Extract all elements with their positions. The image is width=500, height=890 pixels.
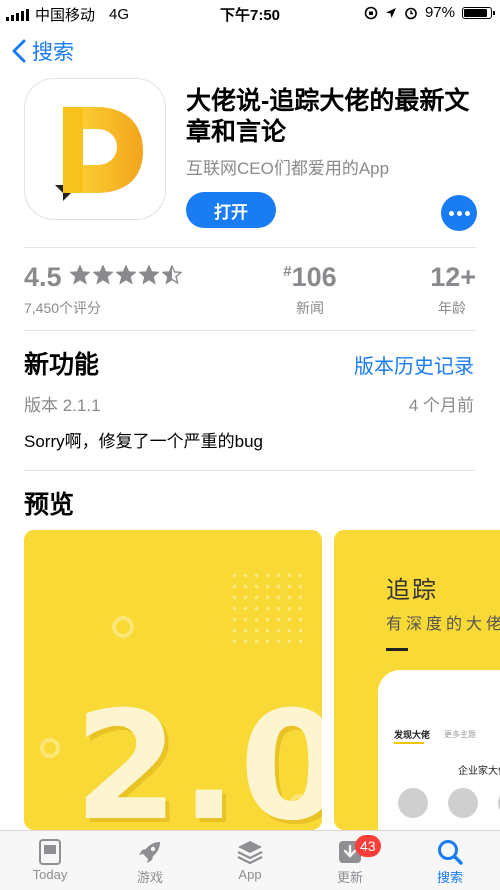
more-options-button[interactable] bbox=[441, 195, 477, 231]
mock-section-title: 企业家大佬 bbox=[458, 766, 500, 777]
decor-ring bbox=[40, 738, 60, 758]
tab-games[interactable]: 游戏 bbox=[115, 837, 185, 886]
tab-updates[interactable]: 更新 43 bbox=[315, 835, 385, 886]
chevron-left-icon bbox=[12, 39, 26, 63]
tab-today[interactable]: Today bbox=[15, 837, 85, 882]
rocket-icon bbox=[139, 842, 160, 863]
version-history-link[interactable]: 版本历史记录 bbox=[354, 350, 474, 379]
mock-tab: 更多主题 bbox=[444, 730, 476, 739]
star-icon bbox=[70, 265, 90, 285]
star-icon bbox=[162, 265, 182, 285]
layers-icon bbox=[237, 841, 263, 865]
chart-rank-label: 新闻 bbox=[296, 300, 324, 316]
mock-tab-indicator bbox=[394, 742, 424, 744]
version-graphic: 2.0 bbox=[74, 680, 322, 830]
heading-underline bbox=[386, 648, 408, 651]
tab-search[interactable]: 搜索 bbox=[415, 837, 485, 886]
back-label: 搜索 bbox=[32, 41, 74, 64]
avatar bbox=[448, 788, 478, 818]
preview-screenshot-2[interactable]: 追踪 有深度的大佬 发现大佬 更多主题 企业家大佬 bbox=[334, 530, 500, 830]
avatar bbox=[398, 788, 428, 818]
chart-rank: #106 bbox=[283, 262, 337, 292]
release-notes: Sorry啊，修复了一个严重的bug bbox=[24, 432, 263, 451]
rating-score: 4.5 bbox=[24, 262, 62, 292]
tab-apps[interactable]: App bbox=[215, 837, 285, 882]
app-icon bbox=[24, 78, 166, 220]
divider bbox=[24, 247, 476, 248]
rotation-lock-icon bbox=[364, 6, 378, 19]
back-button[interactable]: 搜索 bbox=[12, 36, 74, 66]
release-time-ago: 4 个月前 bbox=[408, 396, 474, 415]
divider bbox=[24, 470, 476, 471]
preview-screenshot-1[interactable]: 2.0 bbox=[24, 530, 322, 830]
age-rating: 12+ bbox=[430, 262, 476, 292]
preview-title: 预览 bbox=[24, 491, 75, 519]
age-rating-label: 年龄 bbox=[438, 300, 466, 316]
phone-mockup: 发现大佬 更多主题 企业家大佬 bbox=[378, 670, 500, 830]
app-subtitle: 互联网CEO们都爱用的App bbox=[186, 159, 390, 178]
decor-ring bbox=[112, 616, 134, 638]
ellipsis-icon bbox=[448, 210, 454, 216]
location-icon bbox=[385, 7, 396, 18]
alarm-icon bbox=[405, 7, 417, 19]
screenshot-subheading: 有深度的大佬 bbox=[386, 616, 500, 633]
version-label: 版本 2.1.1 bbox=[24, 396, 101, 415]
battery-icon bbox=[462, 6, 495, 19]
battery-percent: 97% bbox=[424, 4, 455, 21]
dot-pattern bbox=[229, 570, 309, 650]
mock-tab-active: 发现大佬 bbox=[394, 730, 431, 740]
updates-badge: 43 bbox=[355, 835, 381, 857]
whats-new-title: 新功能 bbox=[24, 351, 100, 379]
open-button[interactable]: 打开 bbox=[186, 192, 276, 228]
status-bar: 中国移动 4G 下午7:50 97% bbox=[0, 0, 500, 26]
star-icon bbox=[116, 265, 136, 285]
star-icon bbox=[139, 265, 159, 285]
app-title: 大佬说-追踪大佬的最新文章和言论 bbox=[186, 87, 470, 146]
screenshot-heading: 追踪 bbox=[386, 577, 438, 604]
tab-bar: Today 游戏 App 更新 43 搜索 bbox=[0, 830, 500, 890]
search-icon bbox=[438, 840, 463, 865]
rating-stars bbox=[70, 265, 182, 285]
divider bbox=[24, 330, 476, 331]
today-icon bbox=[39, 839, 61, 865]
app-logo-d-icon bbox=[55, 107, 143, 201]
rating-count: 7,450个评分 bbox=[24, 300, 102, 316]
star-icon bbox=[93, 265, 113, 285]
